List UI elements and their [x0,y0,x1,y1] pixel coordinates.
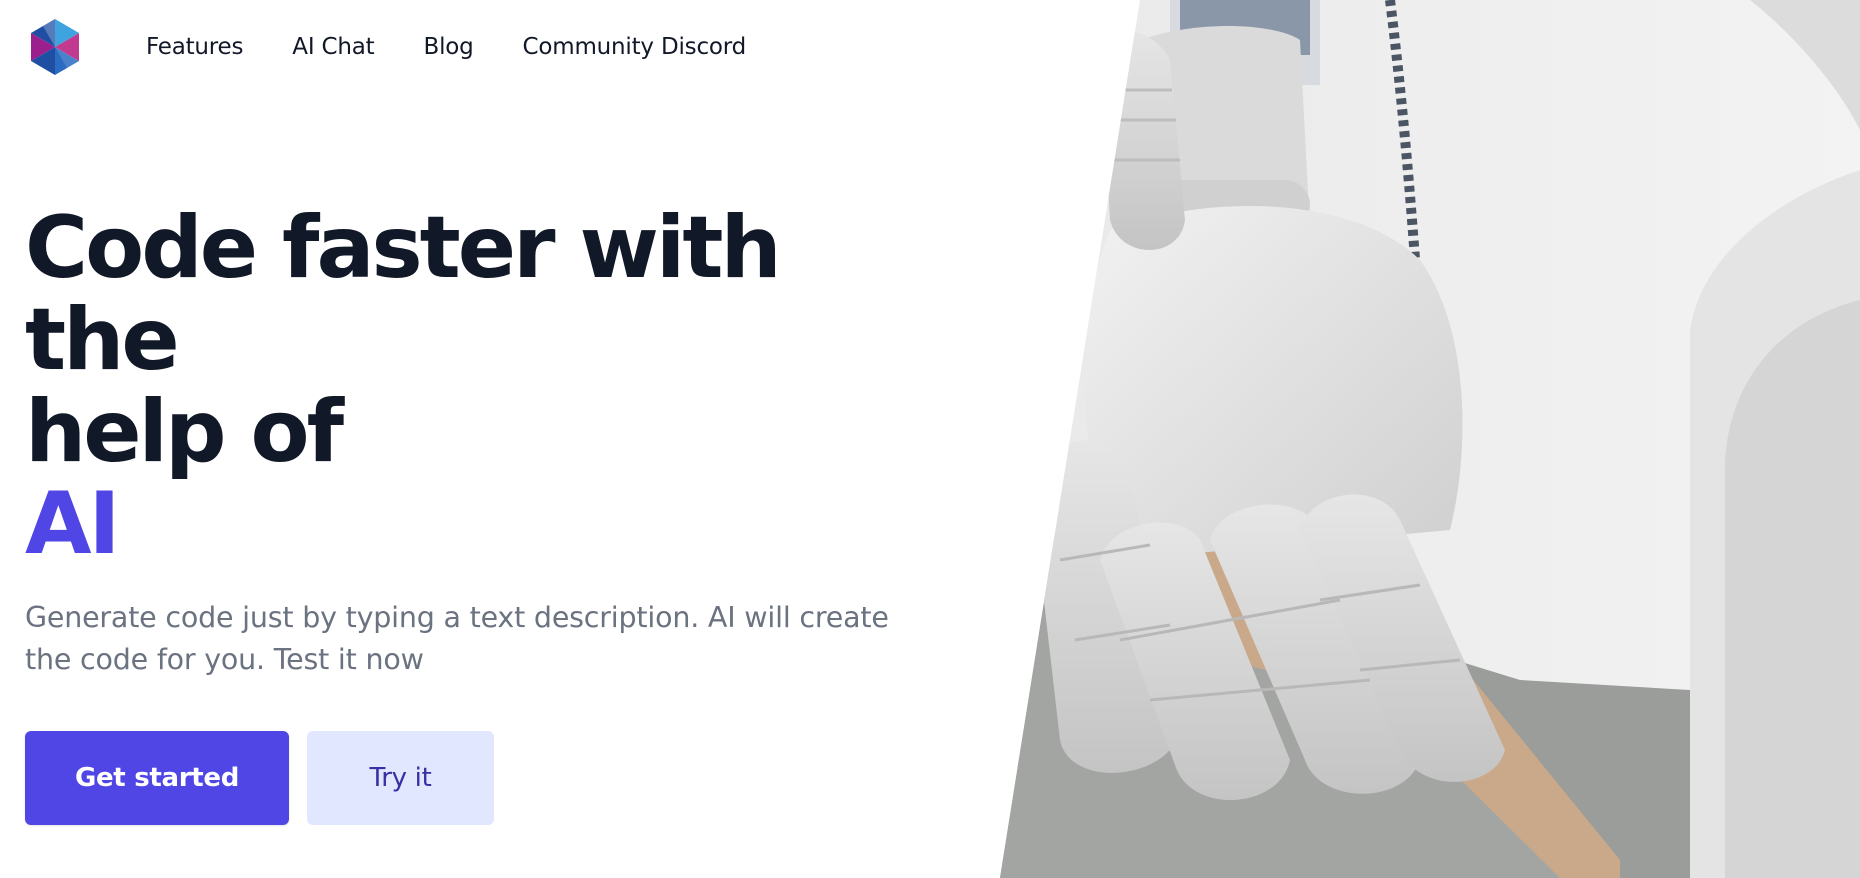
top-navigation: Features AI Chat Blog Community Discord [26,16,795,78]
robot-hand-image [1000,0,1860,878]
headline-line-1: Code faster with the [25,198,782,390]
try-it-button[interactable]: Try it [307,731,494,825]
headline-line-2: help of [25,382,344,482]
hero-actions: Get started Try it [25,731,945,825]
logo-link[interactable] [26,16,84,78]
get-started-button[interactable]: Get started [25,731,289,825]
nav-links: Features AI Chat Blog Community Discord [146,34,795,60]
hero-subtitle: Generate code just by typing a text desc… [25,601,889,676]
robot-hand-illustration [1000,0,1860,878]
nav-link-blog[interactable]: Blog [423,34,473,60]
nav-link-community-discord[interactable]: Community Discord [523,34,747,60]
nav-link-ai-chat[interactable]: AI Chat [292,34,374,60]
kaleidoscope-logo-icon [31,19,79,75]
headline-accent: AI [25,474,121,574]
nav-link-features[interactable]: Features [146,34,243,60]
hero-section: Code faster with the help of AI Generate… [25,202,945,825]
hero-headline: Code faster with the help of AI [25,202,945,570]
